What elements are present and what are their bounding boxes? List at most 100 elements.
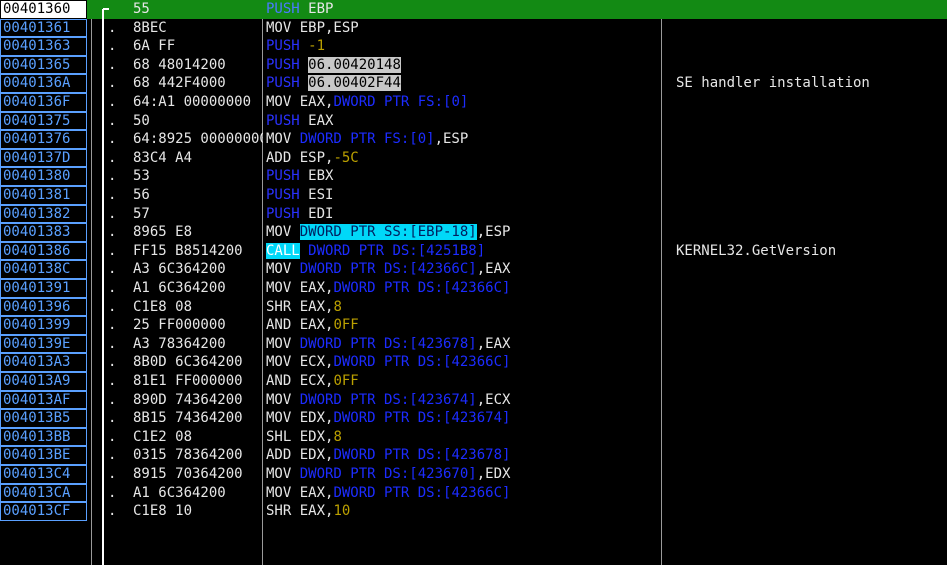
address-cell: 00401376: [0, 130, 87, 149]
operand-token: ,EAX: [476, 261, 511, 278]
hex-bytes-cell: 57: [133, 205, 150, 222]
operand-token: DWORD PTR DS:[423678]: [299, 335, 477, 352]
instruction-row[interactable]: 00401391. A1 6C364200 MOV EAX,DWORD PTR DS…: [0, 279, 947, 298]
disassembly-cell: SHR EAX,10: [266, 502, 660, 521]
hex-bytes-cell: 6A FF: [133, 38, 176, 55]
instruction-row[interactable]: 00401376. 64:8925 00000000 MOV DWORD PTR F…: [0, 130, 947, 149]
instruction-row[interactable]: 0040136A. 68 442F4000 PUSH 06.00402F44 SE h…: [0, 74, 947, 93]
hex-bytes-cell: 53: [133, 168, 150, 185]
operand-token: ADD ESP,: [266, 149, 334, 166]
instruction-row[interactable]: 004013CA. A1 6C364200 MOV EAX,DWORD PTR DS…: [0, 483, 947, 503]
operand-token: 0FF: [333, 373, 359, 389]
operand-token: PUSH: [266, 56, 300, 73]
hex-bytes-cell: A1 6C364200: [133, 280, 226, 296]
operand-token: MOV: [266, 335, 300, 352]
comment-cell: SE handler installation: [676, 75, 870, 92]
disassembly-pane[interactable]: 00401360 55 PUSH EBP 00401361. 8BEC MOV EBP,E…: [0, 0, 947, 565]
hex-bytes-cell: FF15 B8514200: [133, 242, 243, 259]
instruction-row[interactable]: 00401399. 25 FF000000 AND EAX,0FF: [0, 316, 947, 335]
operand-token: DWORD PTR DS:[42366C]: [333, 354, 511, 371]
instruction-row[interactable]: 00401381. 56 PUSH ESI: [0, 186, 947, 205]
address-cell: 0040138C: [0, 260, 87, 279]
disassembly-cell: MOV EAX,DWORD PTR DS:[42366C]: [266, 484, 660, 503]
hex-bytes-cell: C1E8 10: [133, 503, 193, 520]
comment-cell: KERNEL32.GetVersion: [676, 242, 837, 259]
instruction-row[interactable]: 004013BE. 0315 78364200 ADD EDX,DWORD PTR …: [0, 446, 947, 465]
hex-bytes-cell: 8915 70364200: [133, 466, 243, 482]
disassembly-cell: MOV DWORD PTR DS:[42366C],EAX: [266, 260, 660, 279]
hex-bytes-cell: 8BEC: [133, 19, 167, 36]
disassembly-cell: MOV DWORD PTR SS:[EBP-18],ESP: [266, 223, 660, 242]
address-cell: 0040139E: [0, 334, 87, 354]
operand-token: ADD EDX,: [266, 447, 334, 464]
operand-token: MOV EAX,: [266, 280, 334, 296]
operand-token: EAX: [299, 112, 334, 129]
instruction-row[interactable]: 00401382. 57 PUSH EDI: [0, 204, 947, 224]
operand-token: DWORD PTR DS:[42366C]: [333, 484, 511, 501]
instruction-row[interactable]: 004013C4. 8915 70364200 MOV DWORD PTR DS:[…: [0, 465, 947, 484]
instruction-row[interactable]: 00401396. C1E8 08 SHR EAX,8: [0, 297, 947, 317]
instruction-row[interactable]: 004013CF. C1E8 10 SHR EAX,10: [0, 502, 947, 521]
disassembly-cell: MOV EDX,DWORD PTR DS:[423674]: [266, 409, 660, 428]
operand-token: SHR EAX,: [266, 503, 334, 520]
operand-token: MOV: [266, 131, 300, 148]
hex-bytes-cell: 8965 E8: [133, 224, 193, 241]
address-cell: 00401382: [0, 204, 87, 224]
operand-token: PUSH: [266, 75, 300, 92]
instruction-row[interactable]: 0040139E. A3 78364200 MOV DWORD PTR DS:[42…: [0, 334, 947, 354]
hex-bytes-cell: A3 6C364200: [133, 261, 226, 278]
instruction-row[interactable]: 0040137D. 83C4 A4 ADD ESP,-5C: [0, 148, 947, 168]
address-cell: 004013AF: [0, 390, 87, 410]
instruction-row[interactable]: 0040138C. A3 6C364200 MOV DWORD PTR DS:[42…: [0, 260, 947, 279]
disassembly-cell: CALL DWORD PTR DS:[4251B8]: [266, 242, 660, 261]
disassembly-cell: PUSH 06.00420148: [266, 56, 660, 75]
operand-token: ,EAX: [476, 335, 511, 352]
instruction-row[interactable]: 004013A9. 81E1 FF000000 AND ECX,0FF: [0, 372, 947, 391]
hex-bytes-cell: 81E1 FF000000: [133, 373, 243, 389]
operand-token: DWORD PTR FS:[0]: [299, 131, 435, 148]
hex-bytes-cell: 64:8925 00000000: [133, 131, 263, 148]
operand-token: AND ECX,: [266, 373, 334, 389]
address-cell: 00401391: [0, 279, 87, 298]
disassembly-cell: SHR EAX,8: [266, 298, 660, 317]
hex-bytes-cell: 68 48014200: [133, 56, 226, 73]
instruction-row[interactable]: 00401386. FF15 B8514200 CALL DWORD PTR DS:…: [0, 241, 947, 261]
instruction-row[interactable]: 00401375. 50 PUSH EAX: [0, 111, 947, 131]
operand-token: -1: [308, 38, 326, 55]
operand-token: MOV ECX,: [266, 354, 334, 371]
instruction-row[interactable]: 004013AF. 890D 74364200 MOV DWORD PTR DS:[…: [0, 390, 947, 410]
operand-token: -5C: [333, 149, 359, 166]
hex-bytes-cell: 68 442F4000: [133, 75, 226, 92]
instruction-row[interactable]: 004013BB. C1E2 08 SHL EDX,8: [0, 427, 947, 447]
operand-token: DWORD PTR SS:[EBP-18]: [299, 224, 477, 241]
address-cell: 00401365: [0, 55, 87, 75]
instruction-row[interactable]: 0040136F. 64:A1 00000000 MOV EAX,DWORD PTR…: [0, 93, 947, 112]
instruction-row[interactable]: 00401383. 8965 E8 MOV DWORD PTR SS:[EBP-18…: [0, 223, 947, 242]
operand-token: [300, 75, 308, 91]
instruction-row[interactable]: 004013B5. 8B15 74364200 MOV EDX,DWORD PTR …: [0, 409, 947, 428]
instruction-row[interactable]: 004013A3. 8B0D 6C364200 MOV ECX,DWORD PTR …: [0, 353, 947, 372]
instruction-row[interactable]: 00401380. 53 PUSH EBX: [0, 167, 947, 186]
address-cell: 004013BB: [0, 427, 87, 447]
operand-token: DWORD PTR DS:[42366C]: [299, 261, 477, 278]
instruction-row[interactable]: 00401365. 68 48014200 PUSH 06.00420148: [0, 55, 947, 75]
address-cell: 00401381: [0, 186, 87, 205]
disassembly-cell: PUSH EAX: [266, 112, 660, 131]
instruction-row[interactable]: 00401361. 8BEC MOV EBP,ESP: [0, 18, 947, 38]
disassembly-cell: PUSH -1: [266, 37, 660, 56]
operand-token: 06.00420148: [308, 56, 401, 73]
instruction-row[interactable]: 00401363. 6A FF PUSH -1: [0, 37, 947, 56]
disassembly-cell: PUSH EBP: [266, 0, 660, 19]
disassembly-cell: PUSH ESI: [266, 186, 660, 205]
address-cell: 00401396: [0, 297, 87, 317]
instruction-row[interactable]: 00401360 55 PUSH EBP: [0, 0, 947, 19]
operand-token: MOV EDX,: [266, 410, 334, 427]
address-cell: 0040137D: [0, 148, 87, 168]
operand-token: PUSH: [266, 38, 300, 55]
operand-token: DWORD PTR FS:[0]: [333, 94, 469, 110]
operand-token: ,ESP: [434, 131, 469, 148]
operand-token: 0FF: [333, 317, 359, 334]
address-cell: 004013B5: [0, 409, 87, 428]
address-cell: 00401375: [0, 111, 87, 131]
operand-token: EBP: [299, 1, 334, 17]
